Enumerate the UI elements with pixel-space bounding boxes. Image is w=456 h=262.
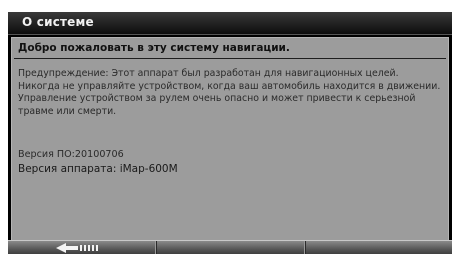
toolbar-button-2[interactable] bbox=[157, 241, 306, 254]
heading-divider bbox=[14, 58, 446, 59]
title-bar: О системе bbox=[8, 12, 452, 35]
device-screen: О системе Добро пожаловать в эту систему… bbox=[8, 12, 452, 254]
warning-text: Предупреждение: Этот аппарат был разрабо… bbox=[18, 68, 441, 117]
software-version: Версия ПО:20100706 bbox=[18, 149, 124, 160]
bottom-toolbar bbox=[8, 240, 452, 254]
back-button[interactable] bbox=[8, 241, 157, 254]
hardware-version: Версия аппарата: iMap-600M bbox=[18, 163, 178, 175]
window-title: О системе bbox=[22, 15, 94, 29]
about-panel: Добро пожаловать в эту систему навигации… bbox=[11, 37, 449, 246]
welcome-heading: Добро пожаловать в эту систему навигации… bbox=[18, 42, 290, 54]
back-arrow-icon bbox=[56, 243, 98, 253]
toolbar-button-3[interactable] bbox=[306, 241, 452, 254]
